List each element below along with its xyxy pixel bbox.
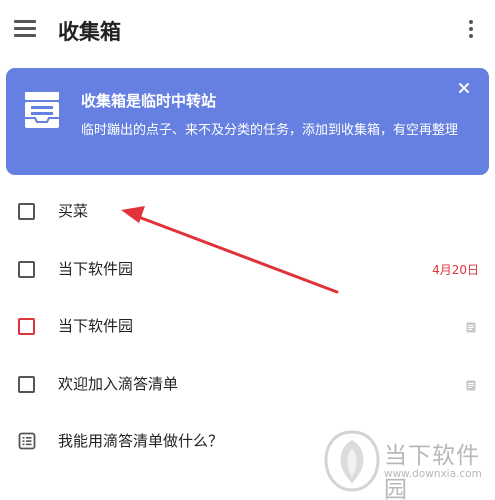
task-checkbox[interactable] [18, 203, 35, 220]
watermark: 当下软件园 www.downxia.com [320, 428, 495, 500]
inbox-info-banner: 收集箱是临时中转站 临时蹦出的点子、来不及分类的任务，添加到收集箱，有空再整理 [6, 68, 489, 175]
task-checkbox-high-priority[interactable] [18, 318, 35, 335]
task-item[interactable]: 当下软件园 4月20日 [0, 241, 495, 299]
task-item[interactable]: 买菜 [0, 183, 495, 241]
task-checkbox[interactable] [18, 260, 35, 278]
task-label: 我能用滴答清单做什么？ [58, 432, 224, 450]
banner-description: 临时蹦出的点子、来不及分类的任务，添加到收集箱，有空再整理 [81, 123, 459, 138]
task-label: 欢迎加入滴答清单 [58, 374, 179, 393]
task-item[interactable]: 欢迎加入滴答清单 [0, 356, 495, 414]
task-due-date: 4月20日 [432, 262, 479, 277]
app-screen: 收集箱 收集箱是临时中转站 临时蹦出的点子、来不及分类的任务，添加到收集箱，有空… [0, 0, 495, 500]
task-label: 买菜 [58, 202, 89, 220]
task-label: 当下软件园 [58, 317, 134, 335]
hamburger-menu-icon[interactable] [14, 20, 38, 40]
task-label: 当下软件园 [58, 259, 134, 278]
downxia-logo-icon [324, 430, 380, 492]
more-vertical-icon[interactable] [466, 20, 476, 42]
page-title: 收集箱 [58, 20, 121, 44]
watermark-url: www.downxia.com [384, 468, 482, 480]
note-icon [466, 322, 476, 333]
banner-title: 收集箱是临时中转站 [81, 92, 217, 110]
app-header: 收集箱 [0, 0, 495, 62]
task-item[interactable]: 当下软件园 [0, 298, 495, 356]
inbox-tray-icon [25, 92, 59, 128]
checklist-doc-icon [18, 432, 36, 450]
close-icon[interactable] [457, 81, 471, 95]
note-icon [466, 380, 476, 390]
task-checkbox[interactable] [18, 375, 35, 393]
